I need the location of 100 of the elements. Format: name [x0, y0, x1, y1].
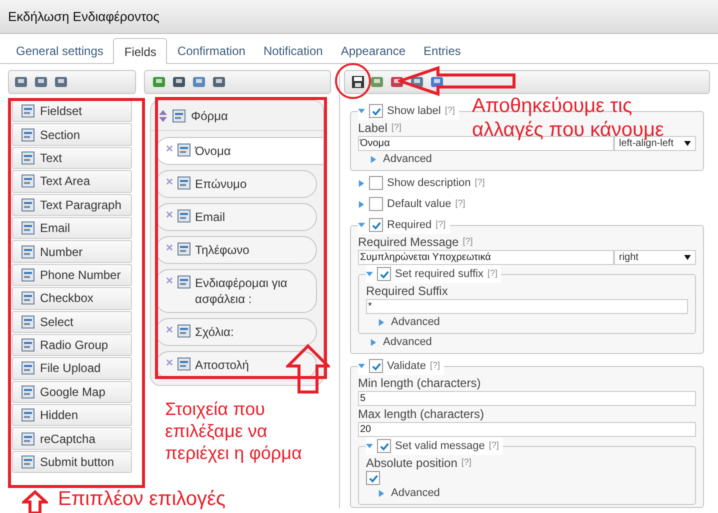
- palette-item[interactable]: Submit button: [12, 450, 132, 474]
- field-type-icon: [21, 198, 35, 212]
- checkbox[interactable]: [369, 218, 383, 232]
- arrow-icon: [22, 490, 48, 513]
- toolbar-icon[interactable]: [151, 74, 167, 90]
- tab[interactable]: General settings: [8, 39, 112, 63]
- collapse-icon[interactable]: [366, 270, 373, 278]
- sort-icon[interactable]: [159, 110, 167, 122]
- help-link[interactable]: [?]: [430, 359, 440, 373]
- tab[interactable]: Confirmation: [169, 39, 254, 63]
- form-field-item[interactable]: Επώνυμο: [155, 170, 317, 198]
- collapse-icon[interactable]: [366, 442, 373, 450]
- checkbox[interactable]: [369, 176, 383, 190]
- palette-item[interactable]: Hidden: [12, 404, 132, 426]
- field-type-icon: [21, 408, 35, 422]
- palette-item[interactable]: Fieldset: [12, 100, 132, 122]
- help-link[interactable]: [?]: [444, 104, 455, 118]
- form-field-item[interactable]: Όνομα: [155, 137, 323, 165]
- toolbar-icon[interactable]: [171, 74, 187, 90]
- form-field-item[interactable]: Ενδιαφέρομαι για ασφάλεια :: [155, 269, 317, 313]
- help-link[interactable]: [?]: [474, 176, 485, 190]
- option-label: Required: [387, 218, 432, 233]
- palette-item[interactable]: reCaptcha: [12, 427, 132, 450]
- palette-item[interactable]: Email: [12, 216, 132, 240]
- help-link[interactable]: [?]: [455, 197, 466, 211]
- expand-icon[interactable]: [358, 180, 365, 186]
- tab[interactable]: Notification: [255, 39, 331, 63]
- palette-item[interactable]: Section: [12, 123, 132, 146]
- field-label: Min length (characters): [358, 375, 481, 392]
- toolbar-icon[interactable]: [33, 74, 49, 90]
- text-input[interactable]: *: [366, 299, 688, 314]
- palette-item[interactable]: Text Paragraph: [12, 194, 132, 216]
- palette-item[interactable]: Google Map: [12, 380, 132, 404]
- palette-item[interactable]: Checkbox: [12, 287, 132, 310]
- checkbox[interactable]: [369, 197, 383, 211]
- advanced-link[interactable]: Advanced: [391, 314, 440, 331]
- palette-item[interactable]: File Upload: [12, 357, 132, 380]
- caret-icon: [684, 255, 691, 260]
- field-type-icon: [21, 455, 35, 470]
- expand-icon[interactable]: [358, 200, 365, 208]
- expand-icon[interactable]: [378, 490, 385, 497]
- toolbar-icon[interactable]: [211, 74, 227, 90]
- expand-icon[interactable]: [370, 339, 377, 346]
- field-name: Αποστολή: [195, 357, 249, 373]
- form-field-item[interactable]: Σχόλια:: [155, 318, 317, 346]
- help-link[interactable]: [?]: [488, 439, 499, 453]
- collapse-icon[interactable]: [358, 362, 365, 370]
- form-field-item[interactable]: Τηλέφωνο: [155, 236, 317, 264]
- checkbox[interactable]: [369, 359, 383, 373]
- checkbox[interactable]: [377, 439, 391, 453]
- remove-icon[interactable]: [166, 244, 173, 251]
- advanced-link[interactable]: Advanced: [391, 485, 440, 502]
- tab[interactable]: Appearance: [332, 39, 414, 63]
- help-link[interactable]: [?]: [487, 267, 498, 281]
- field-type-icon: [21, 104, 35, 118]
- expand-icon[interactable]: [370, 156, 377, 163]
- help-link[interactable]: [?]: [436, 218, 446, 232]
- collapse-icon[interactable]: [358, 222, 365, 228]
- text-input[interactable]: 5: [358, 391, 696, 406]
- text-input[interactable]: 20: [358, 422, 696, 437]
- field-type-icon: [21, 314, 35, 329]
- remove-icon[interactable]: [166, 211, 173, 218]
- remove-icon[interactable]: [166, 359, 173, 366]
- palette-item[interactable]: Text: [12, 146, 132, 170]
- remove-icon[interactable]: [166, 178, 173, 185]
- checkbox[interactable]: [377, 267, 391, 281]
- advanced-link[interactable]: Advanced: [383, 151, 432, 168]
- toolbar-icon[interactable]: [369, 74, 385, 90]
- field-type-icon: [21, 221, 35, 236]
- remove-icon[interactable]: [166, 145, 173, 152]
- toolbar-icon[interactable]: [13, 74, 29, 90]
- text-input[interactable]: Συμπληρώνεται Υποχρεωτικά: [358, 250, 614, 265]
- tab[interactable]: Fields: [113, 38, 168, 64]
- palette-item[interactable]: Phone Number: [12, 264, 132, 286]
- palette-item[interactable]: Number: [12, 240, 132, 263]
- dropdown[interactable]: right: [614, 250, 696, 265]
- field-type-icon: [177, 357, 191, 371]
- palette-item[interactable]: Radio Group: [12, 334, 132, 356]
- field-name: Σχόλια:: [195, 324, 234, 340]
- collapse-icon[interactable]: [358, 108, 365, 114]
- option-label: Validate: [387, 358, 426, 374]
- field-type-icon: [21, 244, 35, 259]
- caret-icon: [684, 141, 691, 146]
- field-name: Επώνυμο: [195, 176, 247, 192]
- field-name: Τηλέφωνο: [195, 242, 250, 258]
- palette-item[interactable]: Select: [12, 310, 132, 333]
- toolbar-icon[interactable]: [53, 74, 69, 90]
- checkbox[interactable]: [369, 104, 383, 118]
- checkbox[interactable]: [366, 471, 380, 485]
- expand-icon[interactable]: [378, 319, 385, 326]
- palette-item[interactable]: Text Area: [12, 170, 132, 193]
- save-icon[interactable]: [351, 75, 365, 89]
- option-label: Default value: [387, 196, 452, 212]
- remove-icon[interactable]: [166, 326, 173, 333]
- advanced-link[interactable]: Advanced: [383, 334, 432, 351]
- remove-icon[interactable]: [166, 277, 173, 284]
- annotation-text: Στοιχεία που επιλέξαμε να περιέχει η φόρμα: [165, 398, 303, 464]
- field-type-icon: [21, 174, 35, 188]
- form-field-item[interactable]: Email: [155, 203, 317, 231]
- tab[interactable]: Entries: [416, 39, 469, 63]
